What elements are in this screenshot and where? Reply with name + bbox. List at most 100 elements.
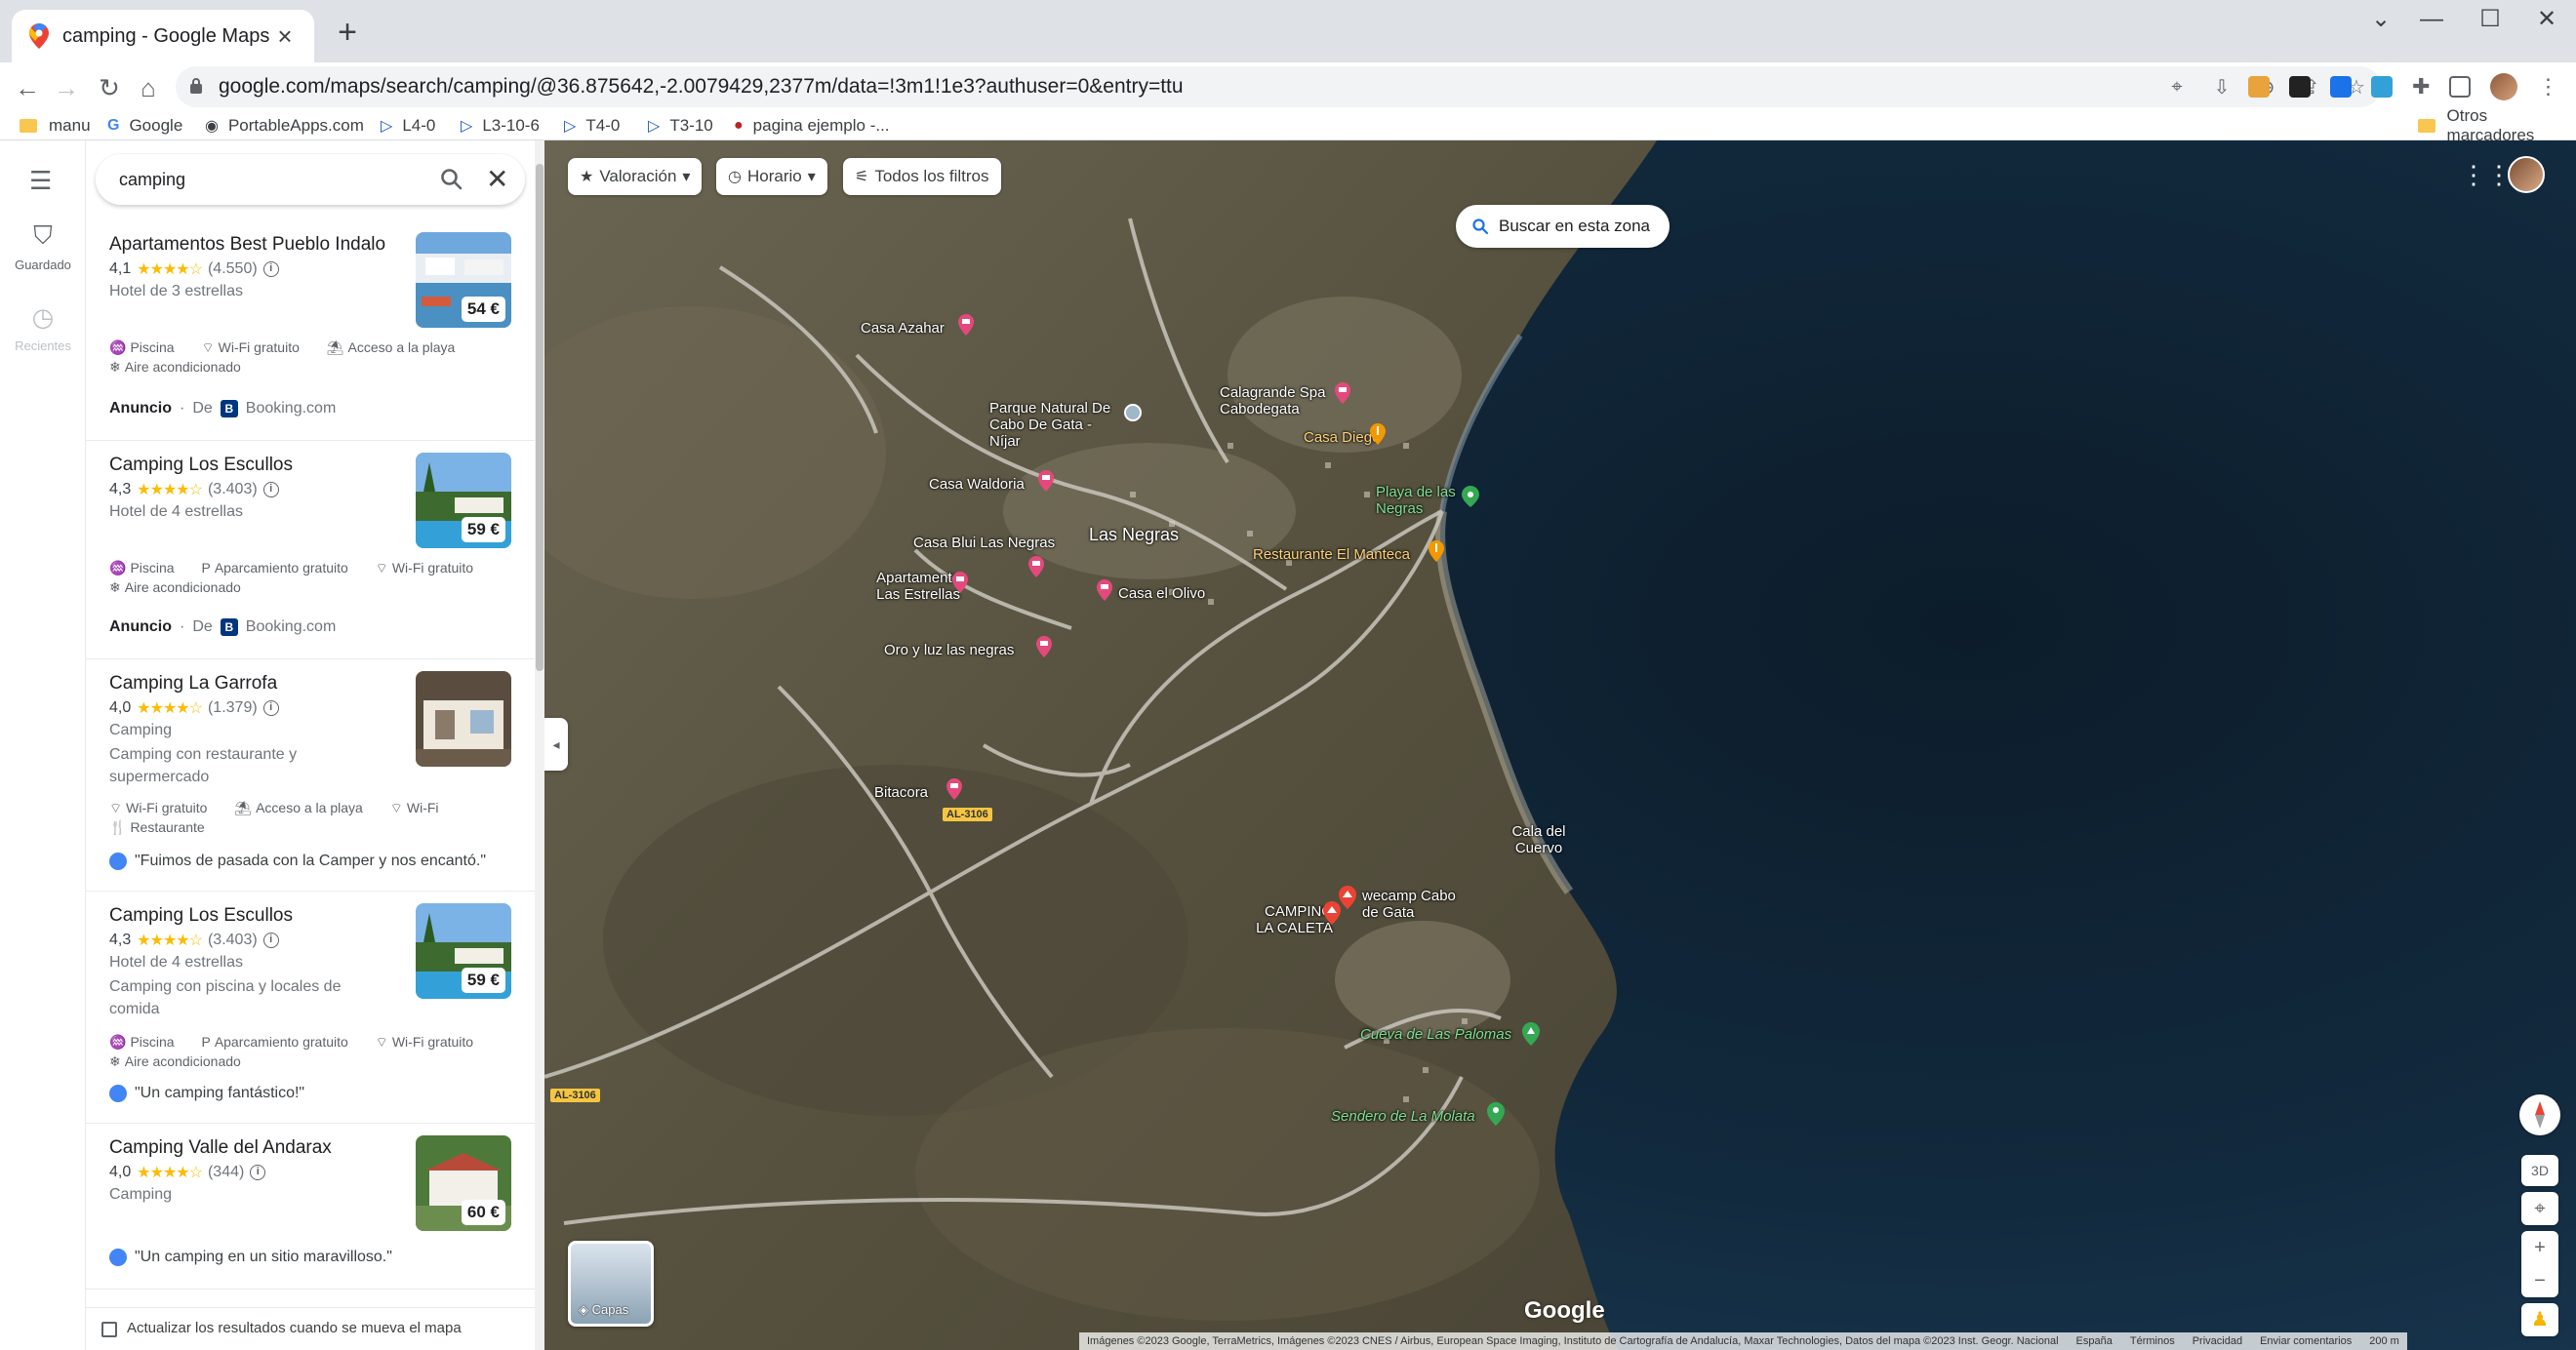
place-label-casa-waldoria[interactable]: Casa Waldoria bbox=[929, 476, 1025, 493]
zoom-in-icon[interactable]: + bbox=[2521, 1231, 2558, 1264]
tab-search-chevron-icon[interactable]: ⌄ bbox=[2352, 0, 2410, 39]
street-view-pegman[interactable]: ♟ bbox=[2521, 1303, 2558, 1336]
place-label-casa-olivo[interactable]: Casa el Olivo bbox=[1118, 585, 1205, 602]
bookmark-google[interactable]: G Google bbox=[107, 111, 182, 140]
restaurant-pin-icon[interactable] bbox=[1370, 423, 1386, 445]
lodging-pin-icon[interactable] bbox=[1036, 636, 1052, 657]
result-card[interactable]: Camping Valle del Andarax 4,0 ★★★★☆ (344… bbox=[86, 1124, 537, 1290]
camping-pin-icon[interactable] bbox=[1339, 886, 1356, 909]
restaurant-pin-icon[interactable] bbox=[1429, 540, 1444, 562]
layers-button[interactable]: ◈ Capas bbox=[568, 1241, 654, 1327]
info-icon[interactable]: i bbox=[262, 933, 279, 948]
screenshot-extension-icon[interactable] bbox=[2371, 76, 2393, 98]
search-icon[interactable] bbox=[439, 167, 464, 192]
result-thumbnail[interactable]: 54 € bbox=[416, 232, 511, 328]
landmark-pin-icon[interactable] bbox=[1522, 1022, 1540, 1046]
camping-pin-icon[interactable] bbox=[1323, 901, 1341, 925]
save-extension-icon[interactable] bbox=[2330, 76, 2352, 98]
dark-mode-extension-icon[interactable] bbox=[2289, 76, 2311, 98]
results-scrollbar[interactable] bbox=[535, 140, 544, 1350]
place-label-restaurante[interactable]: Restaurante El Manteca bbox=[1253, 546, 1410, 563]
result-name[interactable]: Camping La Garrofa bbox=[109, 673, 277, 695]
result-name[interactable]: Camping Los Escullos bbox=[109, 455, 293, 476]
result-thumbnail[interactable]: 60 € bbox=[416, 1135, 511, 1231]
place-label-cueva[interactable]: Cueva de Las Palomas bbox=[1360, 1026, 1511, 1043]
search-input[interactable] bbox=[119, 154, 392, 205]
place-label-wecamp[interactable]: wecamp Cabo de Gata bbox=[1362, 888, 1469, 921]
place-label-parque-natural[interactable]: Parque Natural De Cabo De Gata - Níjar bbox=[989, 400, 1116, 450]
hours-filter-chip[interactable]: ◷ Horario ▾ bbox=[716, 158, 827, 195]
result-thumbnail[interactable]: 59 € bbox=[416, 453, 511, 548]
lodging-pin-icon[interactable] bbox=[958, 314, 974, 336]
3d-toggle-button[interactable]: 3D bbox=[2521, 1155, 2558, 1186]
side-panel-icon[interactable] bbox=[2449, 76, 2472, 98]
place-label-casa-diego[interactable]: Casa Diego bbox=[1304, 429, 1380, 446]
other-bookmarks[interactable]: Otros marcadores bbox=[2418, 106, 2576, 144]
close-icon[interactable]: ✕ bbox=[486, 166, 508, 193]
lodging-pin-icon[interactable] bbox=[1097, 579, 1112, 601]
place-label-casa-azahar[interactable]: Casa Azahar bbox=[861, 320, 945, 337]
place-label-casa-blui[interactable]: Casa Blui Las Negras bbox=[913, 535, 1055, 551]
country-link[interactable]: España bbox=[2076, 1335, 2113, 1347]
info-icon[interactable]: i bbox=[262, 261, 279, 277]
saved-button[interactable]: ⛉ Guardado bbox=[0, 220, 86, 272]
place-label-apartamento[interactable]: Apartamento Las Estrellas bbox=[853, 570, 960, 603]
back-icon[interactable]: ← bbox=[8, 68, 47, 107]
bookmark-portableapps[interactable]: ◉ PortableApps.com bbox=[205, 111, 364, 140]
park-pin-icon[interactable] bbox=[1124, 404, 1142, 421]
all-filters-chip[interactable]: ⚟ Todos los filtros bbox=[843, 158, 1001, 195]
search-this-area-button[interactable]: Buscar en esta zona bbox=[1456, 205, 1670, 248]
terms-link[interactable]: Términos bbox=[2130, 1335, 2175, 1347]
info-icon[interactable]: i bbox=[262, 700, 279, 716]
collapse-panel-button[interactable]: ◂ bbox=[544, 718, 568, 771]
info-icon[interactable]: i bbox=[262, 482, 279, 497]
rating-filter-chip[interactable]: ★ Valoración ▾ bbox=[568, 158, 703, 195]
lodging-pin-icon[interactable] bbox=[1038, 470, 1054, 492]
result-thumbnail[interactable] bbox=[416, 671, 511, 767]
google-apps-icon[interactable]: ⋮⋮ bbox=[2461, 160, 2512, 190]
beach-pin-icon[interactable] bbox=[1462, 486, 1479, 507]
result-name[interactable]: Camping Valle del Andarax bbox=[109, 1137, 332, 1159]
bookmark-t4-0[interactable]: ▷ T4-0 bbox=[564, 111, 620, 140]
browser-menu-icon[interactable]: ⋮ bbox=[2537, 74, 2558, 99]
lodging-pin-icon[interactable] bbox=[946, 778, 962, 800]
place-label-la-caleta[interactable]: CAMPING LA CALETA bbox=[1245, 903, 1333, 936]
bookmark-pagina-ejemplo[interactable]: ● pagina ejemplo -... bbox=[734, 111, 890, 140]
my-location-button[interactable]: ⌖ bbox=[2521, 1192, 2558, 1225]
browser-tab[interactable]: camping - Google Maps × bbox=[12, 10, 314, 62]
home-icon[interactable]: ⌂ bbox=[129, 68, 168, 107]
place-label-bitacora[interactable]: Bitacora bbox=[874, 784, 928, 801]
result-card[interactable]: Camping La Garrofa 4,0 ★★★★☆ (1.379) i C… bbox=[86, 659, 537, 892]
feedback-link[interactable]: Enviar comentarios bbox=[2260, 1335, 2352, 1347]
result-card[interactable]: Camping Los Escullos 4,3 ★★★★☆ (3.403) i… bbox=[86, 441, 537, 659]
place-label-playa[interactable]: Playa de las Negras bbox=[1376, 484, 1464, 517]
extensions-puzzle-icon[interactable]: ✚ bbox=[2412, 74, 2430, 99]
tab-close-icon[interactable]: × bbox=[273, 21, 297, 52]
reload-icon[interactable]: ↻ bbox=[90, 68, 129, 107]
result-name[interactable]: Apartamentos Best Pueblo Indalo bbox=[109, 234, 385, 256]
privacy-link[interactable]: Privacidad bbox=[2193, 1335, 2242, 1347]
menu-icon[interactable]: ☰ bbox=[29, 166, 52, 196]
place-label-sendero[interactable]: Sendero de La Molata bbox=[1331, 1108, 1475, 1125]
result-card[interactable]: Apartamentos Best Pueblo Indalo 4,1 ★★★★… bbox=[86, 220, 537, 441]
lodging-pin-icon[interactable] bbox=[1028, 556, 1044, 577]
update-results-label[interactable]: Actualizar los resultados cuando se muev… bbox=[127, 1320, 462, 1336]
place-label-cala-cuervo[interactable]: Cala del Cuervo bbox=[1505, 823, 1573, 856]
install-app-icon[interactable]: ⇩ bbox=[2211, 75, 2233, 99]
result-card[interactable]: Camping Los Escullos 4,3 ★★★★☆ (3.403) i… bbox=[86, 892, 537, 1124]
place-label-oro-luz[interactable]: Oro y luz las negras bbox=[884, 642, 1014, 658]
address-bar[interactable]: google.com/maps/search/camping/@36.87564… bbox=[176, 66, 2381, 107]
update-results-checkbox[interactable] bbox=[101, 1322, 117, 1337]
lodging-pin-icon[interactable] bbox=[1335, 382, 1350, 404]
location-icon[interactable]: ⌖ bbox=[2166, 76, 2188, 99]
account-avatar[interactable] bbox=[2508, 156, 2545, 193]
scrollbar-thumb[interactable] bbox=[536, 164, 543, 671]
profile-avatar[interactable] bbox=[2490, 73, 2518, 100]
result-thumbnail[interactable]: 59 € bbox=[416, 903, 511, 999]
bookmark-t3-10[interactable]: ▷ T3-10 bbox=[648, 111, 713, 140]
place-label-las-negras[interactable]: Las Negras bbox=[1089, 526, 1179, 543]
zoom-out-icon[interactable]: − bbox=[2521, 1264, 2558, 1297]
forward-icon[interactable]: → bbox=[47, 68, 86, 107]
place-label-calagrande[interactable]: Calagrande Spa Cabodegata bbox=[1220, 384, 1347, 417]
cookie-extension-icon[interactable] bbox=[2248, 76, 2270, 98]
